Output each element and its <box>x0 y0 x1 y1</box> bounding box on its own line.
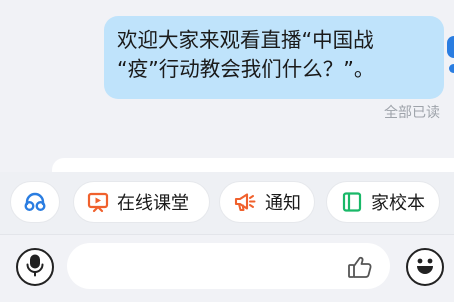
message-line-1: 欢迎大家来观看直播“中国战 <box>117 28 374 52</box>
message-bubble[interactable]: 欢迎大家来观看直播“中国战 “疫”行动教会我们什么？”。 <box>104 16 444 99</box>
home-school-book-button[interactable]: 家校本 <box>326 181 440 223</box>
notebook-icon <box>341 191 363 213</box>
presentation-icon <box>87 191 109 213</box>
voice-input-button[interactable] <box>16 248 54 286</box>
thumbs-up-icon[interactable] <box>345 252 375 282</box>
message-input[interactable] <box>67 243 390 289</box>
headset-icon <box>22 191 48 213</box>
online-class-button[interactable]: 在线课堂 <box>73 181 210 223</box>
notice-button[interactable]: 通知 <box>219 181 315 223</box>
status-dot <box>449 64 454 73</box>
support-button[interactable] <box>10 181 60 223</box>
emoji-icon <box>411 251 439 283</box>
emoji-button[interactable] <box>406 248 444 286</box>
microphone-icon <box>25 253 45 281</box>
sender-avatar[interactable] <box>447 36 454 58</box>
notice-label: 通知 <box>265 193 301 214</box>
read-status: 全部已读 <box>384 105 440 121</box>
megaphone-icon <box>233 191 257 213</box>
online-class-label: 在线课堂 <box>117 193 189 214</box>
message-line-2: “疫”行动教会我们什么？”。 <box>117 57 375 81</box>
home-school-book-label: 家校本 <box>371 193 425 214</box>
